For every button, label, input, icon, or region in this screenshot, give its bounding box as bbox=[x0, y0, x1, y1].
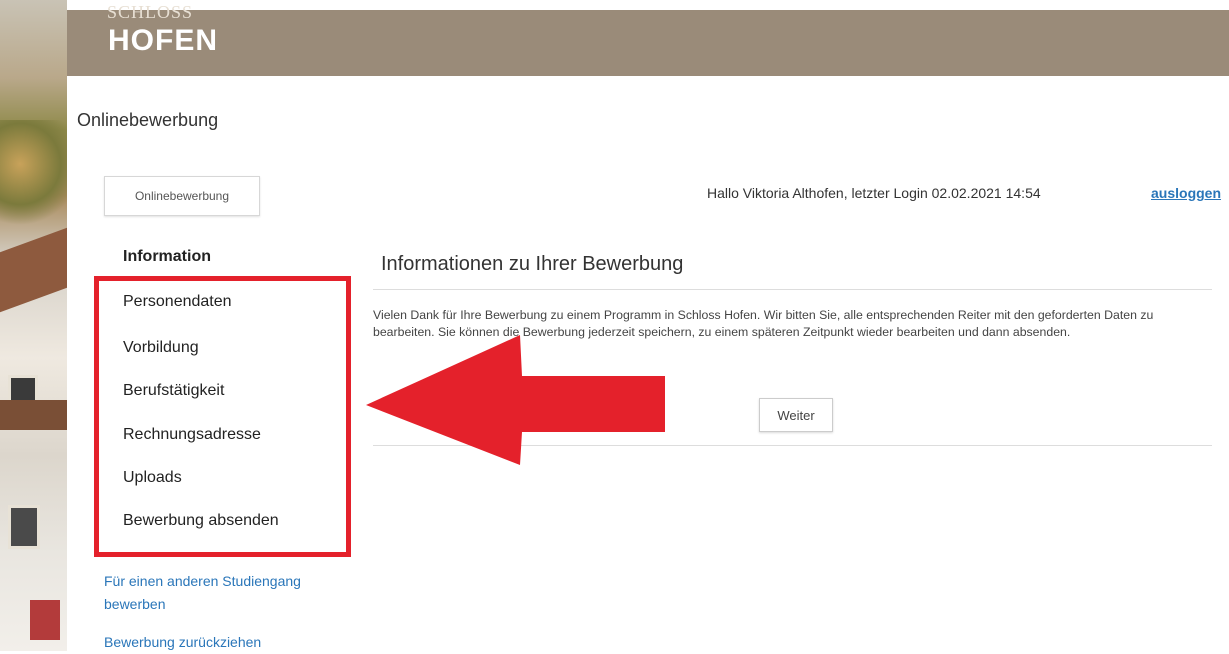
background-photo bbox=[0, 0, 67, 651]
sidebar-item-information[interactable]: Information bbox=[123, 248, 211, 266]
photo-roof bbox=[0, 227, 67, 313]
photo-tree bbox=[0, 120, 67, 230]
site-logo[interactable]: HOFEN bbox=[108, 24, 218, 58]
content-title: Informationen zu Ihrer Bewerbung bbox=[381, 253, 684, 275]
tab-onlinebewerbung[interactable]: Onlinebewerbung bbox=[104, 176, 260, 216]
page-title: Onlinebewerbung bbox=[77, 110, 219, 130]
user-greeting: Hallo Viktoria Althofen, letzter Login 0… bbox=[707, 185, 1041, 201]
next-button[interactable]: Weiter bbox=[759, 398, 833, 432]
photo-flag bbox=[30, 600, 60, 640]
link-other-program[interactable]: Für einen anderen Studiengang bewerben bbox=[104, 570, 344, 616]
photo-window bbox=[8, 505, 40, 549]
logo-top-text: SCHLOSS bbox=[107, 2, 194, 22]
annotation-highlight-box bbox=[94, 276, 351, 557]
logout-link[interactable]: ausloggen bbox=[1151, 185, 1221, 201]
content-text: Vielen Dank für Ihre Bewerbung zu einem … bbox=[373, 308, 1154, 339]
photo-roof bbox=[0, 400, 67, 430]
divider bbox=[373, 289, 1212, 290]
divider bbox=[373, 445, 1212, 446]
site-header: SCHLOSS HOFEN bbox=[67, 2, 1229, 76]
